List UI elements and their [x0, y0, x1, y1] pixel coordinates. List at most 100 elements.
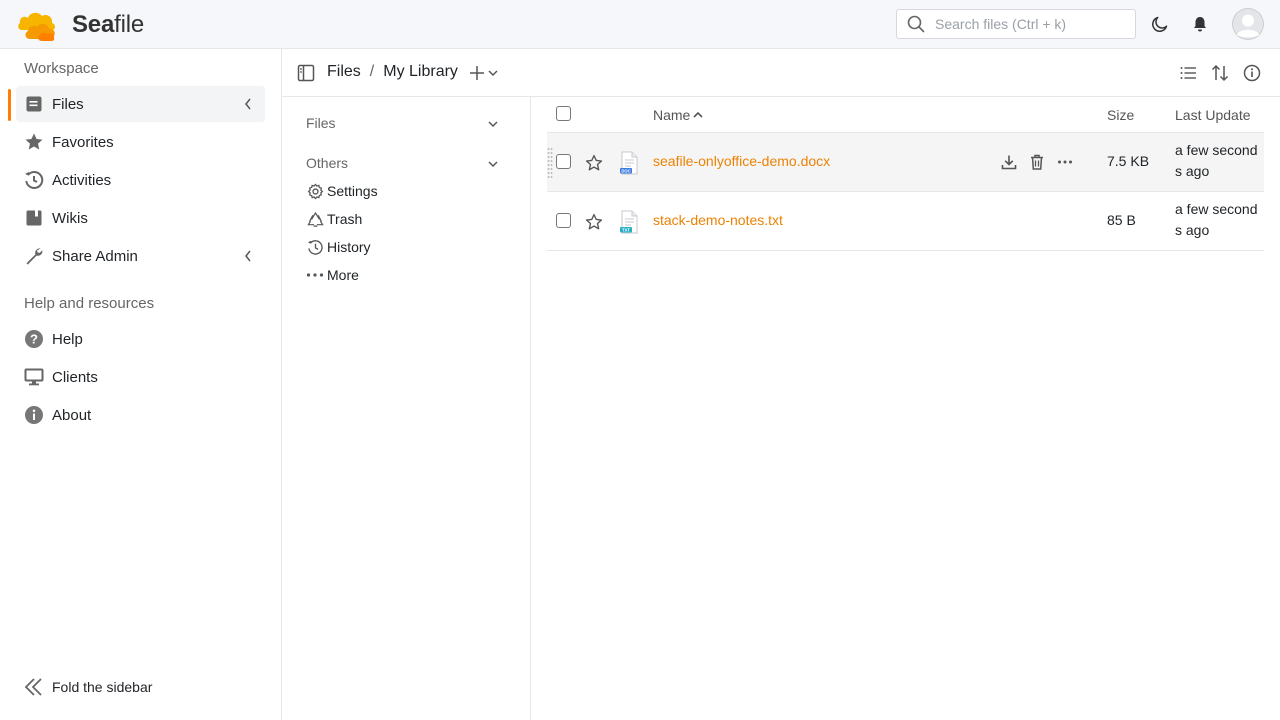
star-icon — [24, 132, 44, 152]
panel-files-heading[interactable]: Files — [306, 115, 336, 131]
monitor-icon — [24, 367, 44, 387]
file-name-link[interactable]: seafile-onlyoffice-demo.docx — [653, 153, 830, 169]
panel-item-label: History — [327, 239, 371, 255]
library-nav-panel: Files Others Settings Trash History More — [282, 97, 531, 720]
sidebar-item-label: About — [52, 406, 92, 424]
workspace-heading: Workspace — [24, 60, 99, 77]
sidebar-item-files[interactable]: Files — [16, 86, 265, 122]
search-box[interactable] — [896, 9, 1136, 39]
sidebar-panel-icon — [297, 64, 315, 82]
file-table: Name Size Last Update DOC seafile-onlyof… — [547, 97, 1264, 251]
bell-icon — [1194, 17, 1206, 32]
wiki-icon — [24, 208, 44, 228]
row-checkbox[interactable] — [556, 213, 571, 228]
sidebar-item-help[interactable]: ? Help — [16, 321, 265, 357]
top-header: Seafile — [0, 0, 1280, 49]
info-outline-icon — [1243, 64, 1261, 82]
drag-handle-icon[interactable] — [547, 147, 553, 179]
delete-button[interactable] — [1028, 153, 1046, 171]
file-last-update: a few seconds ago — [1175, 201, 1258, 238]
help-heading: Help and resources — [24, 295, 155, 312]
file-size: 7.5 KB — [1107, 153, 1150, 169]
trash-icon — [1031, 154, 1043, 170]
file-type-badge: TXT — [622, 227, 630, 232]
path-toolbar: Files / My Library — [282, 49, 1280, 97]
table-row[interactable]: DOC seafile-onlyoffice-demo.docx 7.5 KB … — [547, 133, 1264, 192]
details-button[interactable] — [1243, 64, 1261, 82]
sidebar-item-label: Share Admin — [52, 247, 138, 265]
double-chevron-left-icon — [24, 678, 42, 696]
table-row[interactable]: TXT stack-demo-notes.txt 85 B a few seco… — [547, 192, 1264, 251]
sort-asc-icon — [693, 111, 703, 118]
column-size[interactable]: Size — [1107, 107, 1134, 123]
breadcrumb-root[interactable]: Files — [327, 63, 361, 81]
question-icon: ? — [24, 329, 44, 349]
star-outline-icon[interactable] — [585, 154, 603, 172]
search-icon — [907, 15, 925, 33]
select-all-checkbox[interactable] — [556, 106, 571, 121]
avatar-icon — [1232, 8, 1264, 40]
panel-item-trash[interactable]: Trash — [306, 208, 362, 230]
seafile-logo[interactable]: Seafile — [16, 8, 144, 42]
panel-others-heading[interactable]: Others — [306, 155, 348, 171]
docx-file-icon: DOC — [620, 151, 638, 175]
sort-by-name[interactable]: Name — [653, 107, 704, 123]
sidebar-item-about[interactable]: About — [16, 397, 265, 433]
file-name-link[interactable]: stack-demo-notes.txt — [653, 212, 783, 228]
active-indicator — [8, 89, 11, 121]
user-avatar[interactable] — [1232, 8, 1264, 40]
more-horizontal-icon — [1058, 160, 1072, 164]
wrench-icon — [24, 246, 44, 266]
breadcrumb: Files / My Library — [327, 63, 458, 81]
toggle-panel-button[interactable] — [297, 64, 315, 82]
history-icon — [24, 170, 44, 190]
row-checkbox[interactable] — [556, 154, 571, 169]
panel-item-history[interactable]: History — [306, 236, 371, 258]
sidebar-item-favorites[interactable]: Favorites — [16, 124, 265, 160]
recycle-icon — [306, 210, 324, 228]
list-view-button[interactable] — [1179, 64, 1197, 82]
moon-icon — [1152, 16, 1168, 32]
file-last-update: a few seconds ago — [1175, 142, 1258, 179]
more-actions-button[interactable] — [1056, 153, 1074, 171]
file-size: 85 B — [1107, 212, 1136, 228]
panel-item-label: More — [327, 267, 359, 283]
chevron-left-icon — [245, 250, 251, 262]
column-last-update[interactable]: Last Update — [1175, 107, 1251, 123]
breadcrumb-separator: / — [369, 63, 375, 80]
sidebar-item-label: Clients — [52, 368, 98, 386]
breadcrumb-current: My Library — [383, 63, 458, 80]
panel-item-label: Settings — [327, 183, 378, 199]
history-icon — [306, 238, 324, 256]
chevron-down-icon — [488, 70, 498, 77]
svg-text:?: ? — [30, 332, 38, 347]
plus-icon — [470, 66, 484, 80]
sort-button[interactable] — [1211, 64, 1229, 82]
chevron-left-icon — [245, 98, 251, 110]
chevron-down-icon[interactable] — [487, 159, 499, 169]
txt-file-icon: TXT — [620, 210, 638, 234]
column-name: Name — [653, 107, 691, 123]
panel-item-settings[interactable]: Settings — [306, 180, 378, 202]
info-icon — [24, 405, 44, 425]
sidebar-item-activities[interactable]: Activities — [16, 162, 265, 198]
files-icon — [24, 94, 44, 114]
panel-item-more[interactable]: More — [306, 264, 359, 286]
dark-mode-toggle[interactable] — [1148, 12, 1172, 36]
sidebar-item-share-admin[interactable]: Share Admin — [16, 238, 265, 274]
search-input[interactable] — [935, 16, 1125, 32]
sidebar-item-clients[interactable]: Clients — [16, 359, 265, 395]
settings-icon — [306, 182, 324, 200]
fold-sidebar-button[interactable]: Fold the sidebar — [24, 677, 152, 697]
download-button[interactable] — [1000, 153, 1018, 171]
sidebar-item-label: Files — [52, 95, 84, 113]
star-outline-icon[interactable] — [585, 213, 603, 231]
seafile-logo-icon — [18, 12, 55, 41]
file-type-badge: DOC — [621, 168, 630, 173]
sidebar-item-label: Wikis — [52, 209, 88, 227]
new-item-dropdown[interactable] — [469, 63, 501, 83]
sidebar-item-wikis[interactable]: Wikis — [16, 200, 265, 236]
notifications-button[interactable] — [1188, 12, 1212, 36]
sidebar-item-label: Favorites — [52, 133, 114, 151]
chevron-down-icon[interactable] — [487, 119, 499, 129]
